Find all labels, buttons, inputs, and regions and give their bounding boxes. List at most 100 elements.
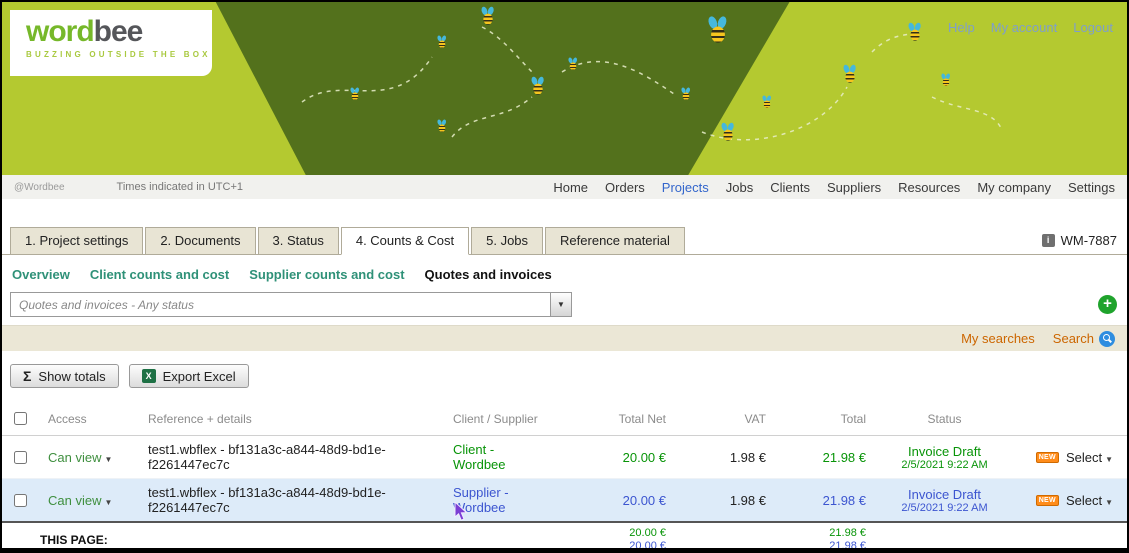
my-account-link[interactable]: My account <box>991 20 1057 35</box>
tab-reference-material[interactable]: Reference material <box>545 227 685 255</box>
total-value: 21.98 € <box>772 436 872 479</box>
status-label: Invoice Draft <box>878 487 1011 502</box>
bee-icon <box>709 16 727 44</box>
logo-word: word <box>26 15 94 48</box>
logout-link[interactable]: Logout <box>1073 20 1113 35</box>
subnav-client-counts[interactable]: Client counts and cost <box>90 267 229 282</box>
topbar: @Wordbee Times indicated in UTC+1 Home O… <box>2 175 1127 199</box>
new-badge: NEW <box>1036 495 1059 506</box>
row-actions: NEW Select▼ <box>1023 450 1121 465</box>
search-icon[interactable] <box>1099 331 1115 347</box>
toolbar: Σ Show totals X Export Excel <box>10 364 1127 388</box>
export-excel-button[interactable]: X Export Excel <box>129 364 249 388</box>
footer-net-client: 20.00 € <box>578 527 666 540</box>
banner-links: Help My account Logout <box>948 20 1113 35</box>
footer-total-client: 21.98 € <box>778 527 866 540</box>
total-value: 21.98 € <box>772 479 872 523</box>
footer-total: 21.98 € 21.98 € <box>778 527 866 553</box>
menu-item-my-company[interactable]: My company <box>977 180 1051 195</box>
new-badge: NEW <box>1036 452 1059 463</box>
tab-status[interactable]: 3. Status <box>258 227 339 255</box>
status-cell: Invoice Draft 2/5/2021 9:22 AM <box>872 436 1017 479</box>
bee-icon <box>909 23 921 42</box>
subnav-quotes-invoices[interactable]: Quotes and invoices <box>425 267 552 282</box>
vat-value: 1.98 € <box>672 479 772 523</box>
invoices-table: Access Reference + details Client / Supp… <box>2 402 1127 553</box>
add-button[interactable]: + <box>1098 295 1117 314</box>
search-link[interactable]: Search <box>1053 331 1115 347</box>
header-total: Total <box>772 402 872 436</box>
subnav-overview[interactable]: Overview <box>12 267 70 282</box>
access-dropdown[interactable]: Can view▼ <box>48 493 112 508</box>
bee-icon <box>682 87 691 100</box>
project-id-label: WM-7887 <box>1061 233 1117 248</box>
bee-icon <box>844 65 856 84</box>
status-filter-combobox[interactable]: Quotes and invoices - Any status ▼ <box>10 292 572 317</box>
header-access: Access <box>42 402 142 436</box>
help-link[interactable]: Help <box>948 20 975 35</box>
subnav-supplier-counts[interactable]: Supplier counts and cost <box>249 267 404 282</box>
total-net-value: 20.00 € <box>572 436 672 479</box>
bee-icon <box>569 57 578 70</box>
info-icon[interactable]: i <box>1042 234 1055 247</box>
filter-dropdown-button[interactable]: ▼ <box>550 293 571 316</box>
tab-project-settings[interactable]: 1. Project settings <box>10 227 143 255</box>
wordbee-logo[interactable]: wordbee BUZZING OUTSIDE THE BOX <box>10 10 212 76</box>
select-dropdown[interactable]: Select▼ <box>1066 493 1113 508</box>
select-all-checkbox[interactable] <box>14 412 27 425</box>
banner: wordbee BUZZING OUTSIDE THE BOX Help My … <box>2 2 1127 175</box>
access-label: Can view <box>48 450 101 465</box>
subnav: Overview Client counts and cost Supplier… <box>2 255 1127 290</box>
wordbee-app-window: wordbee BUZZING OUTSIDE THE BOX Help My … <box>0 0 1129 553</box>
menu-item-orders[interactable]: Orders <box>605 180 645 195</box>
my-searches-link[interactable]: My searches <box>961 331 1035 346</box>
menu-item-clients[interactable]: Clients <box>770 180 810 195</box>
status-filter-value[interactable]: Quotes and invoices - Any status <box>11 293 550 316</box>
menu-item-suppliers[interactable]: Suppliers <box>827 180 881 195</box>
bee-icon <box>532 77 544 96</box>
tab-jobs[interactable]: 5. Jobs <box>471 227 543 255</box>
bee-icon <box>438 35 447 48</box>
reference-text: test1.wbflex - bf131a3c-a844-48d9-bd1e-f… <box>148 485 441 515</box>
header-client-supplier: Client / Supplier <box>447 402 572 436</box>
logo-tagline: BUZZING OUTSIDE THE BOX <box>26 50 212 59</box>
menu-item-settings[interactable]: Settings <box>1068 180 1115 195</box>
header-actions <box>1017 402 1127 436</box>
total-net-value: 20.00 € <box>572 479 672 523</box>
access-dropdown[interactable]: Can view▼ <box>48 450 112 465</box>
menu-item-resources[interactable]: Resources <box>898 180 960 195</box>
chevron-down-icon: ▼ <box>104 498 112 507</box>
status-date: 2/5/2021 9:22 AM <box>878 502 1011 514</box>
status-label: Invoice Draft <box>878 444 1011 459</box>
header-status: Status <box>872 402 1017 436</box>
bee-icon <box>763 95 772 108</box>
vat-value: 1.98 € <box>672 436 772 479</box>
table-row-supplier: Can view▼ test1.wbflex - bf131a3c-a844-4… <box>2 479 1127 523</box>
menu-item-jobs[interactable]: Jobs <box>726 180 753 195</box>
tab-counts-and-cost[interactable]: 4. Counts & Cost <box>341 227 469 255</box>
menu-item-home[interactable]: Home <box>553 180 588 195</box>
table-header-row: Access Reference + details Client / Supp… <box>2 402 1127 436</box>
export-excel-label: Export Excel <box>163 369 236 384</box>
bee-icon <box>438 119 447 132</box>
main-menu: Home Orders Projects Jobs Clients Suppli… <box>553 180 1115 195</box>
menu-item-projects[interactable]: Projects <box>662 180 709 195</box>
filter-row: Quotes and invoices - Any status ▼ + <box>10 292 1117 317</box>
chevron-down-icon: ▼ <box>557 300 565 309</box>
search-link-label: Search <box>1053 331 1094 346</box>
footer-total-net: 20.00 € 20.00 € <box>578 527 666 553</box>
bee-icon <box>942 73 951 86</box>
show-totals-button[interactable]: Σ Show totals <box>10 364 119 388</box>
chevron-down-icon: ▼ <box>1105 455 1113 464</box>
row-checkbox[interactable] <box>14 451 27 464</box>
client-link[interactable]: Client - Wordbee <box>453 442 533 472</box>
show-totals-label: Show totals <box>38 369 105 384</box>
tab-documents[interactable]: 2. Documents <box>145 227 255 255</box>
header-reference: Reference + details <box>142 402 447 436</box>
row-checkbox[interactable] <box>14 494 27 507</box>
select-dropdown[interactable]: Select▼ <box>1066 450 1113 465</box>
select-label: Select <box>1066 493 1102 508</box>
copyright-label: @Wordbee <box>14 182 65 193</box>
bee-icon <box>482 7 494 26</box>
supplier-link[interactable]: Supplier - Wordbee <box>453 485 533 515</box>
